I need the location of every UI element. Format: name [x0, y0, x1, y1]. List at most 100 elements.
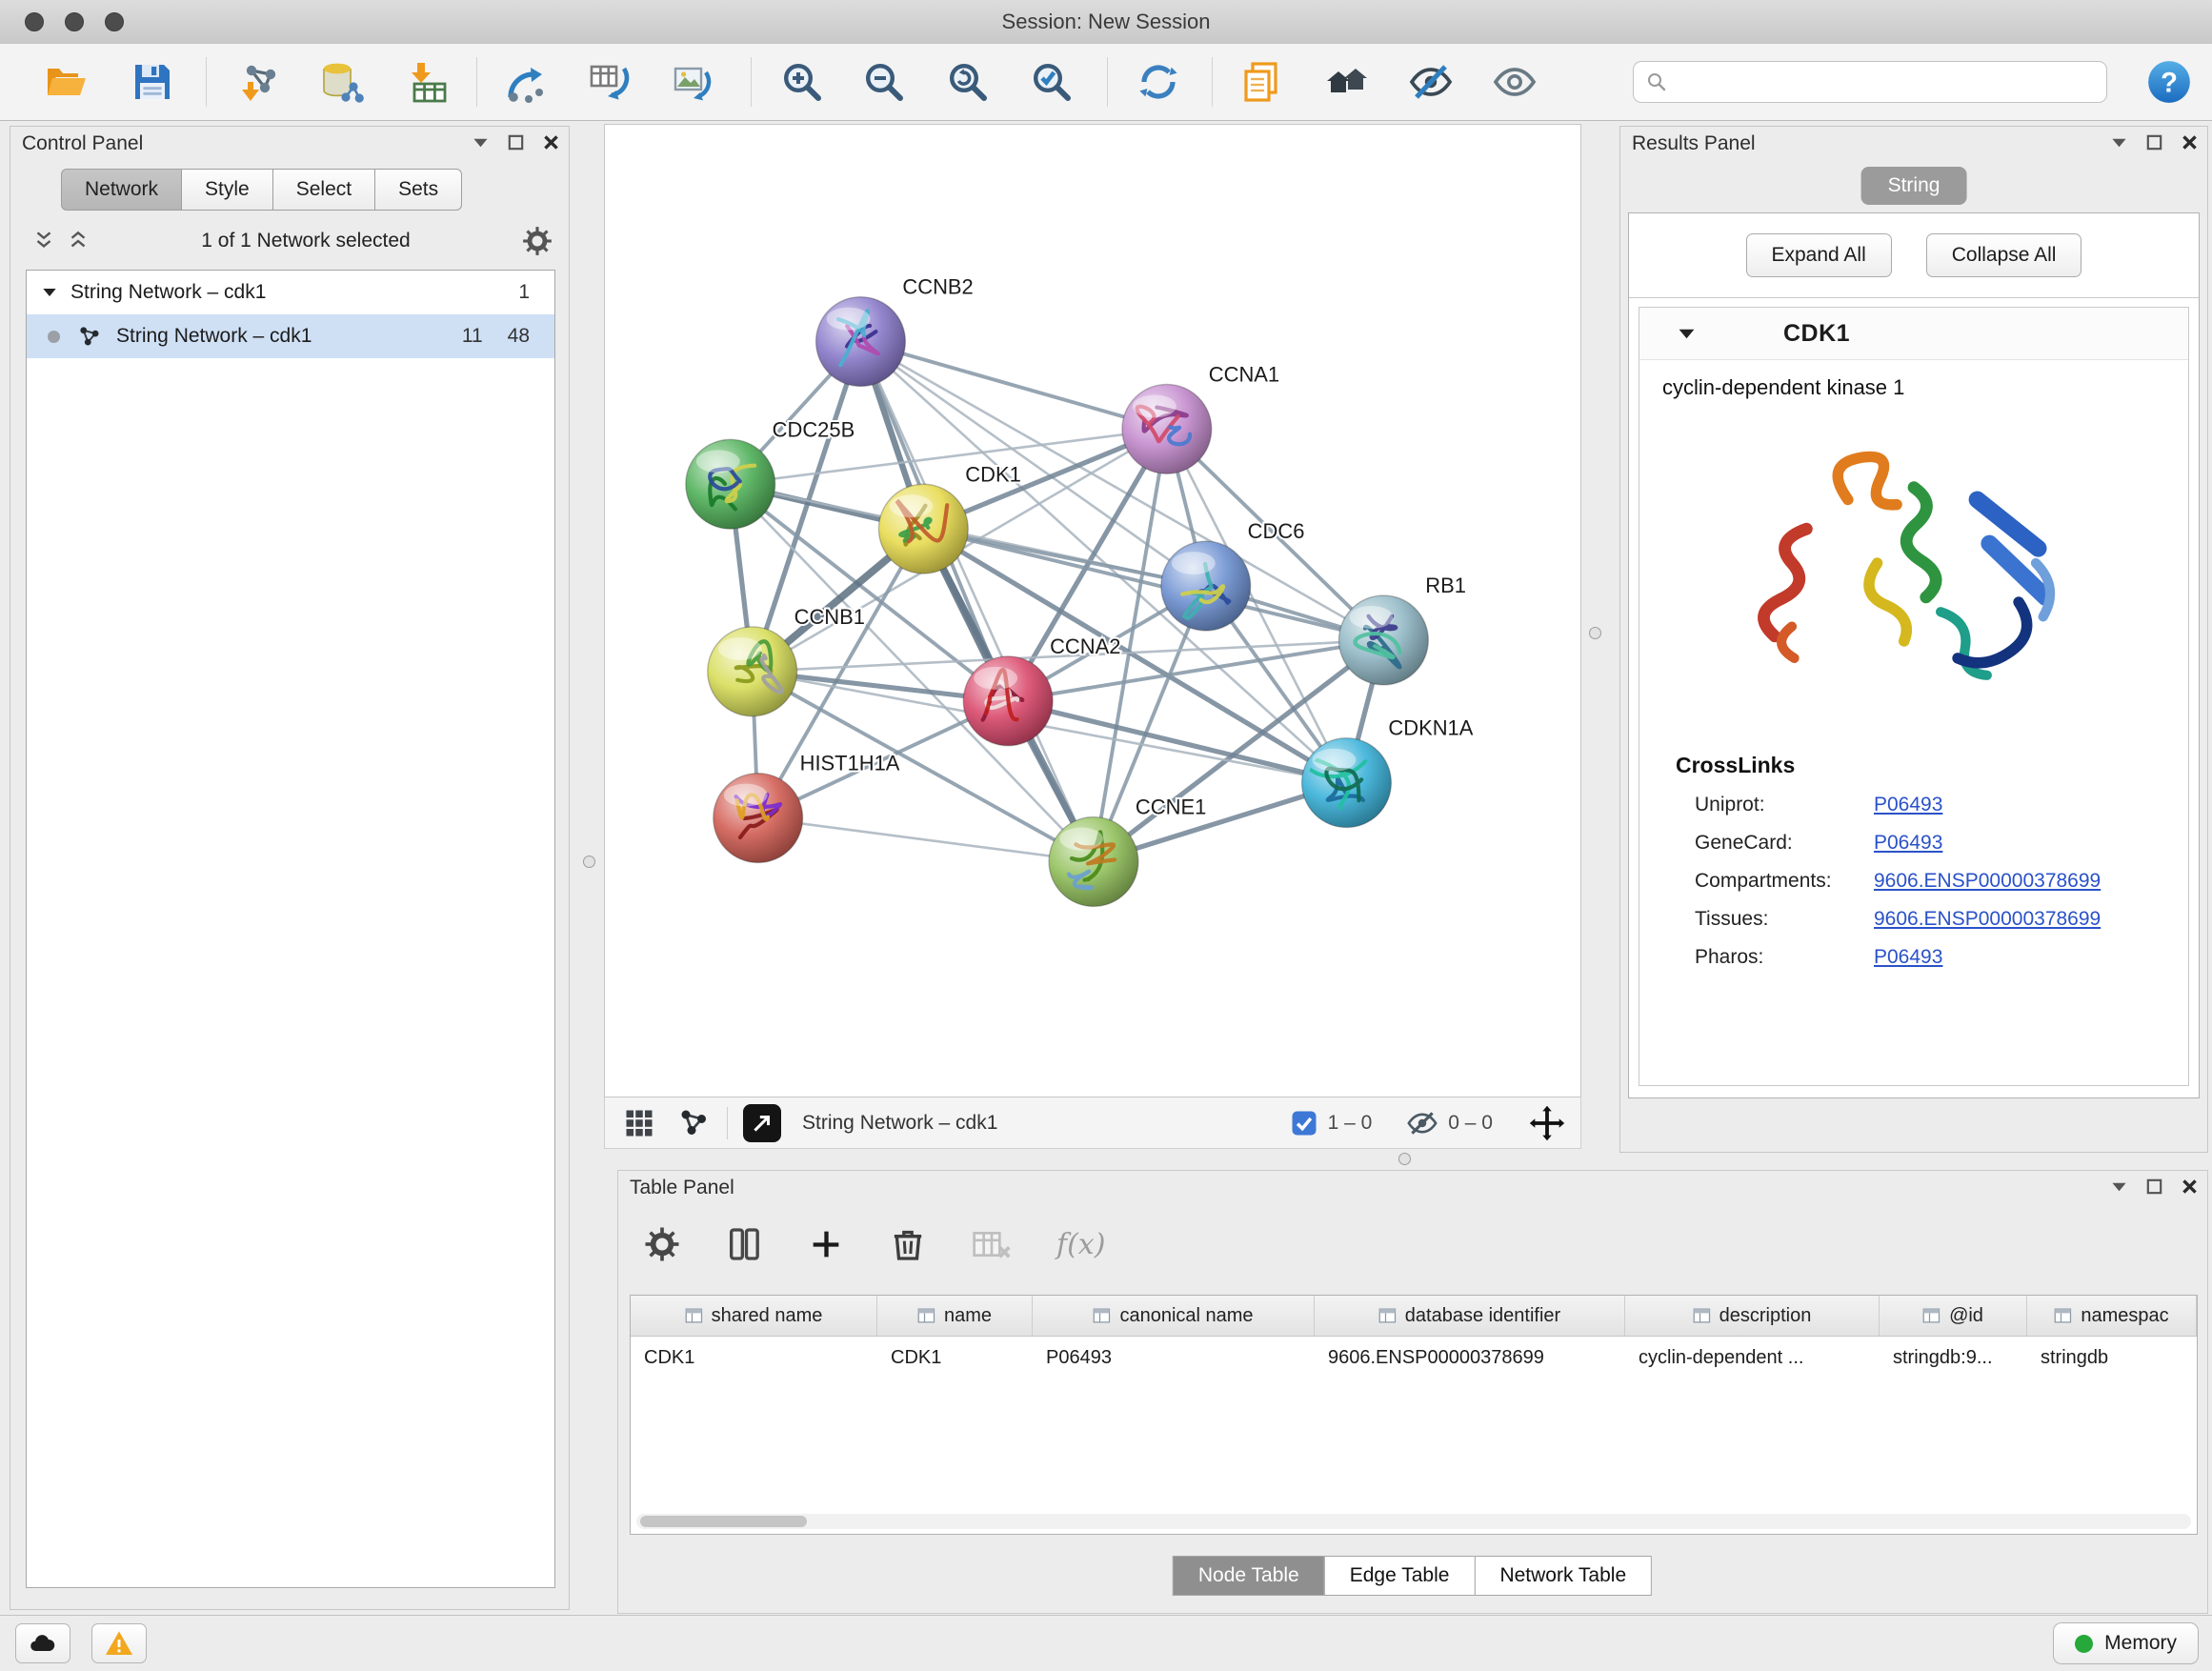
- tab-string[interactable]: String: [1861, 167, 1967, 205]
- gene-section-header[interactable]: CDK1: [1639, 308, 2188, 360]
- collapse-all-button[interactable]: Collapse All: [1926, 233, 2082, 277]
- tab-style[interactable]: Style: [181, 169, 273, 211]
- apply-layout-button[interactable]: [499, 55, 553, 109]
- export-image-button[interactable]: [667, 55, 720, 109]
- network-node-HIST1H1A[interactable]: HIST1H1A: [714, 752, 900, 863]
- left-splitter-handle[interactable]: [583, 856, 595, 868]
- column-header-description[interactable]: description: [1625, 1296, 1880, 1336]
- crosslink-uniprot-link[interactable]: P06493: [1874, 794, 1942, 816]
- close-panel-icon[interactable]: [543, 134, 559, 151]
- network-node-CCNA1[interactable]: CCNA1: [1122, 362, 1279, 473]
- network-collection-count: 1: [518, 281, 530, 304]
- network-node-CDK1[interactable]: CDK1: [878, 462, 1020, 574]
- tab-network[interactable]: Network: [61, 169, 182, 211]
- toolbar-separator: [476, 57, 477, 107]
- tab-select[interactable]: Select: [272, 169, 375, 211]
- network-node-CCNB2[interactable]: CCNB2: [816, 275, 974, 387]
- close-panel-icon[interactable]: [2182, 134, 2198, 151]
- tree-expand-icon[interactable]: [42, 287, 57, 298]
- crosslink-genecard-link[interactable]: P06493: [1874, 832, 1942, 855]
- toggle-graphics-details-button[interactable]: [1404, 55, 1458, 109]
- import-table-from-file-button[interactable]: [400, 55, 453, 109]
- refresh-view-button[interactable]: [1132, 55, 1185, 109]
- float-panel-icon[interactable]: [508, 134, 524, 151]
- tab-edge-table[interactable]: Edge Table: [1324, 1556, 1476, 1596]
- expand-all-icon[interactable]: [66, 229, 90, 253]
- show-graphics-button[interactable]: [1488, 55, 1541, 109]
- column-header-name[interactable]: name: [877, 1296, 1033, 1336]
- column-header-shared-name[interactable]: shared name: [631, 1296, 877, 1336]
- edge-CCNB2-CCNE1[interactable]: [860, 342, 1094, 862]
- pan-crosshair-icon[interactable]: [1529, 1105, 1565, 1141]
- panel-menu-icon[interactable]: [2111, 137, 2127, 149]
- network-tree-root-row[interactable]: String Network – cdk1 1: [27, 271, 554, 314]
- bottom-splitter-handle[interactable]: [1398, 1153, 1411, 1165]
- memory-button[interactable]: Memory: [2053, 1622, 2199, 1664]
- panel-menu-icon[interactable]: [473, 137, 489, 149]
- zoom-in-button[interactable]: [775, 55, 829, 109]
- window-close-button[interactable]: [25, 12, 44, 31]
- network-node-CDKN1A[interactable]: CDKN1A: [1302, 716, 1474, 828]
- float-panel-icon[interactable]: [2146, 134, 2162, 151]
- column-header-id[interactable]: @id: [1880, 1296, 2027, 1336]
- selected-checkbox-icon[interactable]: [1290, 1109, 1318, 1137]
- right-splitter-handle[interactable]: [1589, 627, 1601, 639]
- add-column-icon[interactable]: [807, 1225, 845, 1263]
- edge-CDK1-RB1[interactable]: [923, 529, 1383, 640]
- tab-network-table[interactable]: Network Table: [1474, 1556, 1652, 1596]
- gene-description: cyclin-dependent kinase 1: [1662, 375, 2188, 400]
- crosslink-compartments-link[interactable]: 9606.ENSP00000378699: [1874, 870, 2101, 893]
- table-settings-gear-icon[interactable]: [643, 1225, 681, 1263]
- cloud-status-button[interactable]: [15, 1623, 70, 1663]
- gear-icon[interactable]: [521, 225, 553, 257]
- help-button[interactable]: ?: [2145, 58, 2193, 106]
- show-overview-button[interactable]: [1320, 55, 1374, 109]
- table-horizontal-scrollbar[interactable]: [636, 1514, 2191, 1529]
- edge-CCNB2-CCNA1[interactable]: [860, 342, 1166, 430]
- window-minimize-button[interactable]: [65, 12, 84, 31]
- import-table-to-network-button[interactable]: [583, 55, 636, 109]
- close-panel-icon[interactable]: [2182, 1178, 2198, 1195]
- crosslink-tissues-link[interactable]: 9606.ENSP00000378699: [1874, 908, 2101, 931]
- network-tree-child-row[interactable]: String Network – cdk1 11 48: [27, 314, 554, 358]
- panel-menu-icon[interactable]: [2111, 1181, 2127, 1193]
- open-session-button[interactable]: [40, 55, 93, 109]
- network-node-CCNB1[interactable]: CCNB1: [708, 605, 865, 716]
- results-panel: Results Panel String Expand All Collapse…: [1619, 126, 2208, 1153]
- network-node-RB1[interactable]: RB1: [1338, 574, 1466, 685]
- scrollbar-thumb[interactable]: [640, 1516, 807, 1527]
- window-zoom-button[interactable]: [105, 12, 124, 31]
- edge-CCNE1-HIST1H1A[interactable]: [758, 818, 1094, 862]
- show-columns-icon[interactable]: [725, 1225, 763, 1263]
- warnings-button[interactable]: [91, 1623, 147, 1663]
- collapse-all-icon[interactable]: [31, 229, 56, 253]
- search-input[interactable]: [1676, 70, 2095, 94]
- tab-sets[interactable]: Sets: [374, 169, 462, 211]
- duplicate-network-button[interactable]: [1235, 55, 1288, 109]
- tab-node-table[interactable]: Node Table: [1173, 1556, 1325, 1596]
- column-header-namespace[interactable]: namespac: [2027, 1296, 2197, 1336]
- network-node-CDC25B[interactable]: CDC25B: [686, 417, 855, 529]
- import-network-file-icon: [236, 59, 282, 105]
- birdseye-view-button[interactable]: [743, 1104, 781, 1142]
- collapse-section-icon[interactable]: [1678, 328, 1696, 340]
- expand-all-button[interactable]: Expand All: [1746, 233, 1892, 277]
- save-session-button[interactable]: [126, 55, 179, 109]
- delete-column-icon[interactable]: [889, 1225, 927, 1263]
- network-canvas[interactable]: CCNB2CCNA1CDC25BCDK1CDC6RB1CCNB1CCNA2CDK…: [604, 124, 1581, 1097]
- import-network-from-database-button[interactable]: [314, 55, 368, 109]
- title-bar: Session: New Session: [0, 0, 2212, 45]
- network-graph[interactable]: CCNB2CCNA1CDC25BCDK1CDC6RB1CCNB1CCNA2CDK…: [605, 125, 1580, 1097]
- zoom-fit-button[interactable]: [941, 55, 995, 109]
- hidden-eye-slash-icon[interactable]: [1406, 1107, 1438, 1139]
- import-network-from-file-button[interactable]: [232, 55, 286, 109]
- network-view-icon[interactable]: [677, 1106, 712, 1140]
- column-header-canonical-name[interactable]: canonical name: [1033, 1296, 1315, 1336]
- table-row[interactable]: CDK1 CDK1 P06493 9606.ENSP00000378699 cy…: [631, 1337, 2197, 1379]
- grid-view-icon[interactable]: [622, 1106, 656, 1140]
- crosslink-pharos-link[interactable]: P06493: [1874, 946, 1942, 969]
- float-panel-icon[interactable]: [2146, 1178, 2162, 1195]
- zoom-out-button[interactable]: [857, 55, 911, 109]
- zoom-selected-button[interactable]: [1025, 55, 1078, 109]
- column-header-database-identifier[interactable]: database identifier: [1315, 1296, 1625, 1336]
